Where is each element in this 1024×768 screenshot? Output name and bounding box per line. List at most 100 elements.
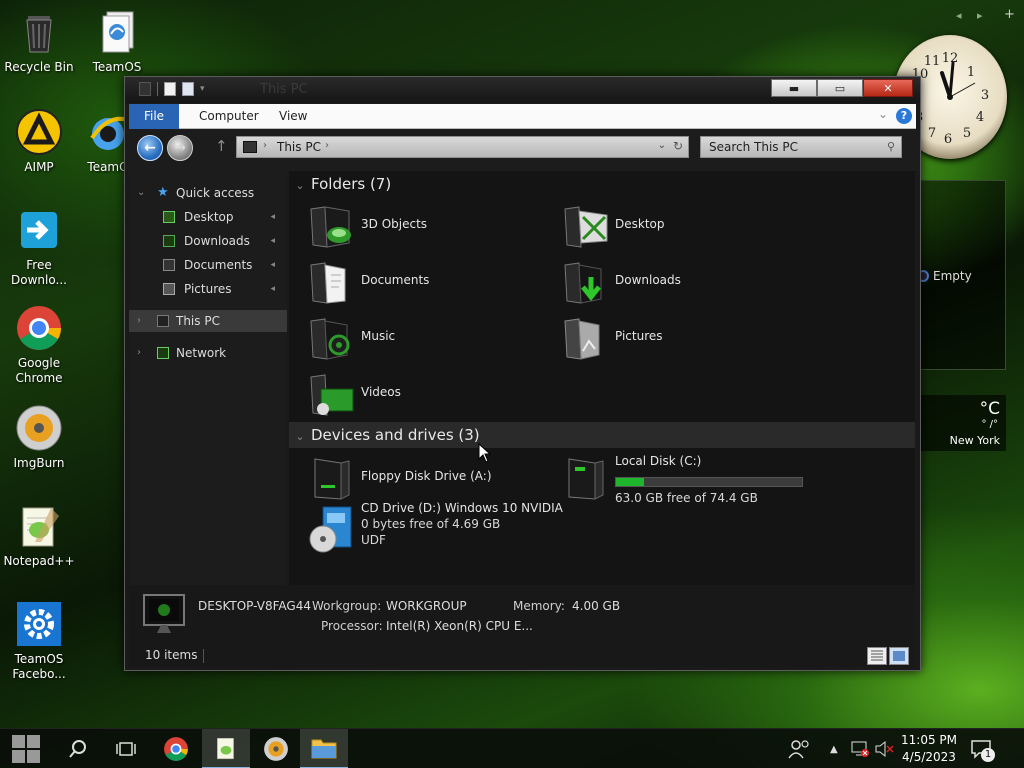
tab-computer[interactable]: Computer <box>189 104 269 129</box>
action-center-button[interactable]: 1 <box>970 729 995 768</box>
folder-3d-objects[interactable]: 3D Objects <box>307 201 537 253</box>
nav-item-desktop[interactable]: Desktop ◂ <box>129 206 287 228</box>
desktop-icon-label: Notepad++ <box>3 554 75 568</box>
pin-icon[interactable]: ◂ <box>270 230 275 252</box>
svg-text:4: 4 <box>976 110 984 125</box>
desktop-icon-label: Recycle Bin <box>4 60 74 74</box>
details-view-button[interactable] <box>867 647 887 665</box>
nav-item-downloads[interactable]: Downloads ◂ <box>129 230 287 252</box>
chevron-down-icon[interactable]: ⌄ <box>137 182 145 204</box>
title-bar[interactable]: ▾ This PC ▬ ▭ ✕ <box>125 77 920 103</box>
taskbar-imgburn[interactable] <box>252 729 300 768</box>
drive-label: Floppy Disk Drive (A:) <box>361 469 492 483</box>
people-button[interactable] <box>788 729 812 768</box>
pictures-folder-icon <box>163 283 175 295</box>
status-bar: 10 items <box>129 645 915 667</box>
show-hidden-icons-button[interactable]: ▲ <box>830 729 838 768</box>
desktop-icon-free-download[interactable]: Free Downlo... <box>0 206 78 288</box>
tab-file[interactable]: File <box>129 104 179 129</box>
drive-label: CD Drive (D:) Windows 10 NVIDIA <box>361 501 563 515</box>
windows-logo-icon <box>12 735 40 763</box>
nav-item-quick-access[interactable]: ⌄ ★ Quick access <box>129 182 287 204</box>
task-view-button[interactable] <box>102 729 150 768</box>
pin-icon[interactable]: ◂ <box>270 206 275 228</box>
tab-view[interactable]: View <box>269 104 317 129</box>
chevron-right-icon[interactable]: › <box>137 310 141 332</box>
drive-floppy[interactable]: Floppy Disk Drive (A:) <box>307 453 537 505</box>
desktop-icon-recycle-bin[interactable]: Recycle Bin <box>0 8 78 75</box>
svg-text:7: 7 <box>928 126 936 141</box>
nav-item-label: Pictures <box>184 282 232 296</box>
ribbon-collapse-icon[interactable]: ⌄ <box>878 107 888 121</box>
taskbar-clock[interactable]: 11:05 PM 4/5/2023 <box>898 732 960 766</box>
breadcrumb-this-pc[interactable]: This PC <box>277 140 321 154</box>
pin-icon[interactable]: ◂ <box>270 254 275 276</box>
desktop-icon-label: Free Downlo... <box>11 258 67 287</box>
desktop-icon-teamos-facebook[interactable]: TeamOS Facebo... <box>0 600 78 682</box>
close-button[interactable]: ✕ <box>863 79 913 97</box>
address-dropdown-icon[interactable]: ⌄ <box>658 140 666 151</box>
hard-drive-icon <box>568 458 604 500</box>
search-input[interactable]: Search This PC ⚲ <box>700 136 902 158</box>
folder-documents[interactable]: Documents <box>307 257 537 309</box>
start-button[interactable] <box>2 729 50 768</box>
forward-button[interactable]: → <box>167 135 193 161</box>
nav-item-network[interactable]: › Network <box>129 342 287 364</box>
widget-prev-button[interactable]: ◂ <box>956 9 962 22</box>
desktop-icon-imgburn[interactable]: ImgBurn <box>0 404 78 471</box>
folder-videos[interactable]: Videos <box>307 369 537 421</box>
this-pc-icon <box>157 315 169 327</box>
widget-add-button[interactable]: + <box>1004 7 1015 22</box>
refresh-icon[interactable]: ↻ <box>673 139 683 153</box>
nav-item-pictures[interactable]: Pictures ◂ <box>129 278 287 300</box>
folder-pictures[interactable]: Pictures <box>561 313 791 365</box>
processor-label: Processor: <box>321 619 383 633</box>
address-bar[interactable]: › This PC › ⌄ ↻ <box>236 136 689 158</box>
search-icon <box>69 740 86 758</box>
devices-group-header[interactable]: ⌄ Devices and drives (3) <box>289 422 915 448</box>
desktop-icon-aimp[interactable]: AIMP <box>0 108 78 175</box>
folder-music[interactable]: Music <box>307 313 537 365</box>
chevron-down-icon[interactable]: ⌄ <box>289 173 311 199</box>
desktop-icon-google-chrome[interactable]: Google Chrome <box>0 304 78 386</box>
details-view-icon <box>871 650 883 661</box>
new-folder-icon[interactable] <box>182 82 194 96</box>
maximize-button[interactable]: ▭ <box>817 79 863 97</box>
svg-text:11: 11 <box>924 54 941 69</box>
taskbar-file-explorer[interactable] <box>300 729 348 768</box>
back-button[interactable]: ← <box>137 135 163 161</box>
taskbar-time: 11:05 PM <box>901 733 957 747</box>
large-icons-view-button[interactable] <box>889 647 909 665</box>
taskbar-notepadpp[interactable] <box>202 729 250 768</box>
minimize-button[interactable]: ▬ <box>771 79 817 97</box>
widget-next-button[interactable]: ▸ <box>977 9 983 22</box>
volume-tray-icon[interactable] <box>874 729 894 768</box>
nav-item-label: Desktop <box>184 210 234 224</box>
folders-group-header[interactable]: ⌄ Folders (7) <box>289 171 915 197</box>
desktop-icon-notepadpp[interactable]: Notepad++ <box>0 502 78 569</box>
up-button[interactable]: ↑ <box>215 137 228 155</box>
recycle-status: Empty <box>933 269 972 283</box>
folder-desktop[interactable]: Desktop <box>561 201 791 253</box>
properties-icon[interactable] <box>164 82 176 96</box>
taskbar-chrome[interactable] <box>152 729 200 768</box>
chevron-down-icon[interactable]: ⌄ <box>289 424 311 450</box>
mouse-cursor-icon <box>478 443 492 463</box>
nav-item-this-pc[interactable]: › This PC <box>129 310 287 332</box>
breadcrumb-separator[interactable]: › <box>325 140 329 151</box>
search-button[interactable] <box>54 729 102 768</box>
desktop-icon-teamos[interactable]: TeamOS <box>78 8 156 75</box>
desktop-folder-icon <box>564 206 608 248</box>
3d-objects-folder-icon <box>310 206 351 248</box>
drive-cd-d[interactable]: CD Drive (D:) Windows 10 NVIDIA 0 bytes … <box>307 501 567 561</box>
nav-item-documents[interactable]: Documents ◂ <box>129 254 287 276</box>
breadcrumb-separator[interactable]: › <box>263 140 267 151</box>
folder-downloads[interactable]: Downloads <box>561 257 791 309</box>
drive-local-c[interactable]: Local Disk (C:) 63.0 GB free of 74.4 GB <box>561 453 821 505</box>
drive-usage-fill <box>616 478 645 486</box>
qat-dropdown-icon[interactable]: ▾ <box>200 82 210 96</box>
network-tray-icon[interactable] <box>850 729 870 768</box>
pin-icon[interactable]: ◂ <box>270 278 275 300</box>
help-icon[interactable]: ? <box>896 108 912 124</box>
chevron-right-icon[interactable]: › <box>137 342 141 364</box>
